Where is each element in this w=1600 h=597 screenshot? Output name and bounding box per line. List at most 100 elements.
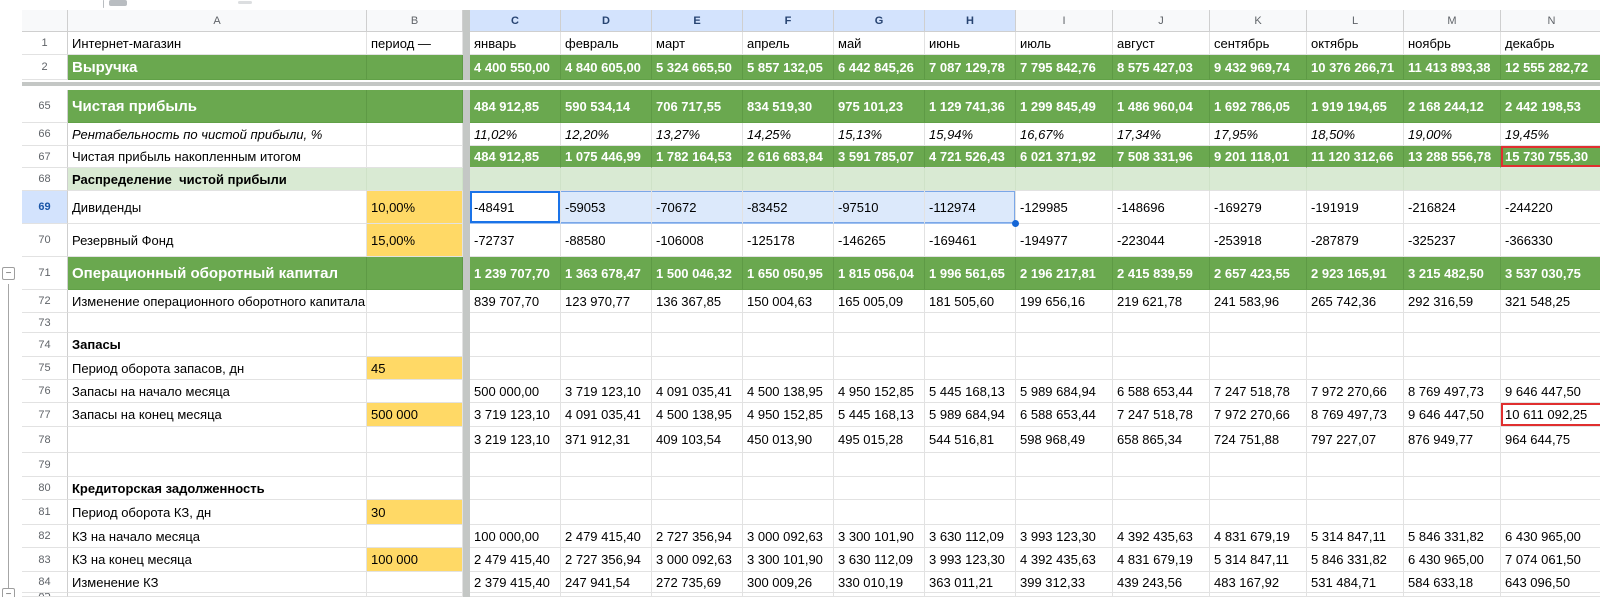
cell-F66[interactable]: 14,25% <box>743 123 834 146</box>
cell-C72[interactable]: 839 707,70 <box>470 290 561 313</box>
cell-D69[interactable]: -59053 <box>561 191 652 224</box>
cell-B69[interactable]: 10,00% <box>367 191 463 224</box>
cell-D84[interactable]: 247 941,54 <box>561 572 652 593</box>
cell-C66[interactable]: 11,02% <box>470 123 561 146</box>
cell-E73[interactable] <box>652 313 743 333</box>
cell-J81[interactable] <box>1113 500 1210 525</box>
cell-M76[interactable]: 8 769 497,73 <box>1404 380 1501 403</box>
cell-G71[interactable]: 1 815 056,04 <box>834 257 925 290</box>
cell-K85[interactable] <box>1210 593 1307 597</box>
cell-C83[interactable]: 2 479 415,40 <box>470 548 561 572</box>
cell-I68[interactable] <box>1016 168 1113 191</box>
cell-K83[interactable]: 5 314 847,11 <box>1210 548 1307 572</box>
cell-E81[interactable] <box>652 500 743 525</box>
column-header-M[interactable]: M <box>1404 10 1501 32</box>
cell-J75[interactable] <box>1113 357 1210 380</box>
cell-K71[interactable]: 2 657 423,55 <box>1210 257 1307 290</box>
cell-N83[interactable]: 7 074 061,50 <box>1501 548 1600 572</box>
column-header-A[interactable]: A <box>68 10 367 32</box>
cell-K70[interactable]: -253918 <box>1210 224 1307 257</box>
cell-G81[interactable] <box>834 500 925 525</box>
cell-B85[interactable] <box>367 593 463 597</box>
cell-J65[interactable]: 1 486 960,04 <box>1113 90 1210 123</box>
cell-C75[interactable] <box>470 357 561 380</box>
row-header-70[interactable]: 70 <box>22 224 68 257</box>
cell-A68[interactable]: Распределение чистой прибыли <box>68 168 367 191</box>
cell-L69[interactable]: -191919 <box>1307 191 1404 224</box>
cell-E67[interactable]: 1 782 164,53 <box>652 146 743 168</box>
cell-A2[interactable]: Выручка <box>68 55 367 80</box>
cell-F85[interactable] <box>743 593 834 597</box>
cell-L68[interactable] <box>1307 168 1404 191</box>
cell-G83[interactable]: 3 630 112,09 <box>834 548 925 572</box>
cell-D82[interactable]: 2 479 415,40 <box>561 525 652 548</box>
cell-F79[interactable] <box>743 453 834 477</box>
row-header-73[interactable]: 73 <box>22 313 68 333</box>
cell-D81[interactable] <box>561 500 652 525</box>
cell-F74[interactable] <box>743 333 834 357</box>
cell-E76[interactable]: 4 091 035,41 <box>652 380 743 403</box>
cell-H68[interactable] <box>925 168 1016 191</box>
cell-M80[interactable] <box>1404 477 1501 500</box>
row-header-71[interactable]: 71 <box>22 257 68 290</box>
cell-H77[interactable]: 5 989 684,94 <box>925 403 1016 427</box>
cell-K80[interactable] <box>1210 477 1307 500</box>
cell-D75[interactable] <box>561 357 652 380</box>
cell-D74[interactable] <box>561 333 652 357</box>
cell-I72[interactable]: 199 656,16 <box>1016 290 1113 313</box>
cell-L65[interactable]: 1 919 194,65 <box>1307 90 1404 123</box>
cell-D70[interactable]: -88580 <box>561 224 652 257</box>
cell-B71[interactable] <box>367 257 463 290</box>
cell-J67[interactable]: 7 508 331,96 <box>1113 146 1210 168</box>
cell-F73[interactable] <box>743 313 834 333</box>
cell-A79[interactable] <box>68 453 367 477</box>
cell-M65[interactable]: 2 168 244,12 <box>1404 90 1501 123</box>
cell-B67[interactable] <box>367 146 463 168</box>
cell-G2[interactable]: 6 442 845,26 <box>834 55 925 80</box>
cell-B72[interactable] <box>367 290 463 313</box>
column-header-F[interactable]: F <box>743 10 834 32</box>
cell-H78[interactable]: 544 516,81 <box>925 427 1016 453</box>
cell-B74[interactable] <box>367 333 463 357</box>
cell-L2[interactable]: 10 376 266,71 <box>1307 55 1404 80</box>
cell-K79[interactable] <box>1210 453 1307 477</box>
cell-E71[interactable]: 1 500 046,32 <box>652 257 743 290</box>
cell-F70[interactable]: -125178 <box>743 224 834 257</box>
cell-E74[interactable] <box>652 333 743 357</box>
cell-L78[interactable]: 797 227,07 <box>1307 427 1404 453</box>
cell-F68[interactable] <box>743 168 834 191</box>
cell-H75[interactable] <box>925 357 1016 380</box>
row-header-77[interactable]: 77 <box>22 403 68 427</box>
cell-M73[interactable] <box>1404 313 1501 333</box>
cell-E72[interactable]: 136 367,85 <box>652 290 743 313</box>
cell-G79[interactable] <box>834 453 925 477</box>
column-header-E[interactable]: E <box>652 10 743 32</box>
cell-E78[interactable]: 409 103,54 <box>652 427 743 453</box>
cell-B79[interactable] <box>367 453 463 477</box>
cell-E70[interactable]: -106008 <box>652 224 743 257</box>
column-header-D[interactable]: D <box>561 10 652 32</box>
cell-A74[interactable]: Запасы <box>68 333 367 357</box>
cell-B82[interactable] <box>367 525 463 548</box>
cell-C82[interactable]: 100 000,00 <box>470 525 561 548</box>
column-header-N[interactable]: N <box>1501 10 1600 32</box>
cell-H82[interactable]: 3 630 112,09 <box>925 525 1016 548</box>
cell-A69[interactable]: Дивиденды <box>68 191 367 224</box>
cell-I85[interactable] <box>1016 593 1113 597</box>
cell-C71[interactable]: 1 239 707,70 <box>470 257 561 290</box>
cell-K73[interactable] <box>1210 313 1307 333</box>
cell-K72[interactable]: 241 583,96 <box>1210 290 1307 313</box>
cell-L85[interactable] <box>1307 593 1404 597</box>
cell-J70[interactable]: -223044 <box>1113 224 1210 257</box>
cell-I2[interactable]: 7 795 842,76 <box>1016 55 1113 80</box>
cell-J80[interactable] <box>1113 477 1210 500</box>
cell-G76[interactable]: 4 950 152,85 <box>834 380 925 403</box>
cell-C78[interactable]: 3 219 123,10 <box>470 427 561 453</box>
cell-I66[interactable]: 16,67% <box>1016 123 1113 146</box>
cell-I74[interactable] <box>1016 333 1113 357</box>
row-header-65[interactable]: 65 <box>22 90 68 123</box>
cell-N76[interactable]: 9 646 447,50 <box>1501 380 1600 403</box>
cell-C2[interactable]: 4 400 550,00 <box>470 55 561 80</box>
cell-B84[interactable] <box>367 572 463 593</box>
cell-F67[interactable]: 2 616 683,84 <box>743 146 834 168</box>
